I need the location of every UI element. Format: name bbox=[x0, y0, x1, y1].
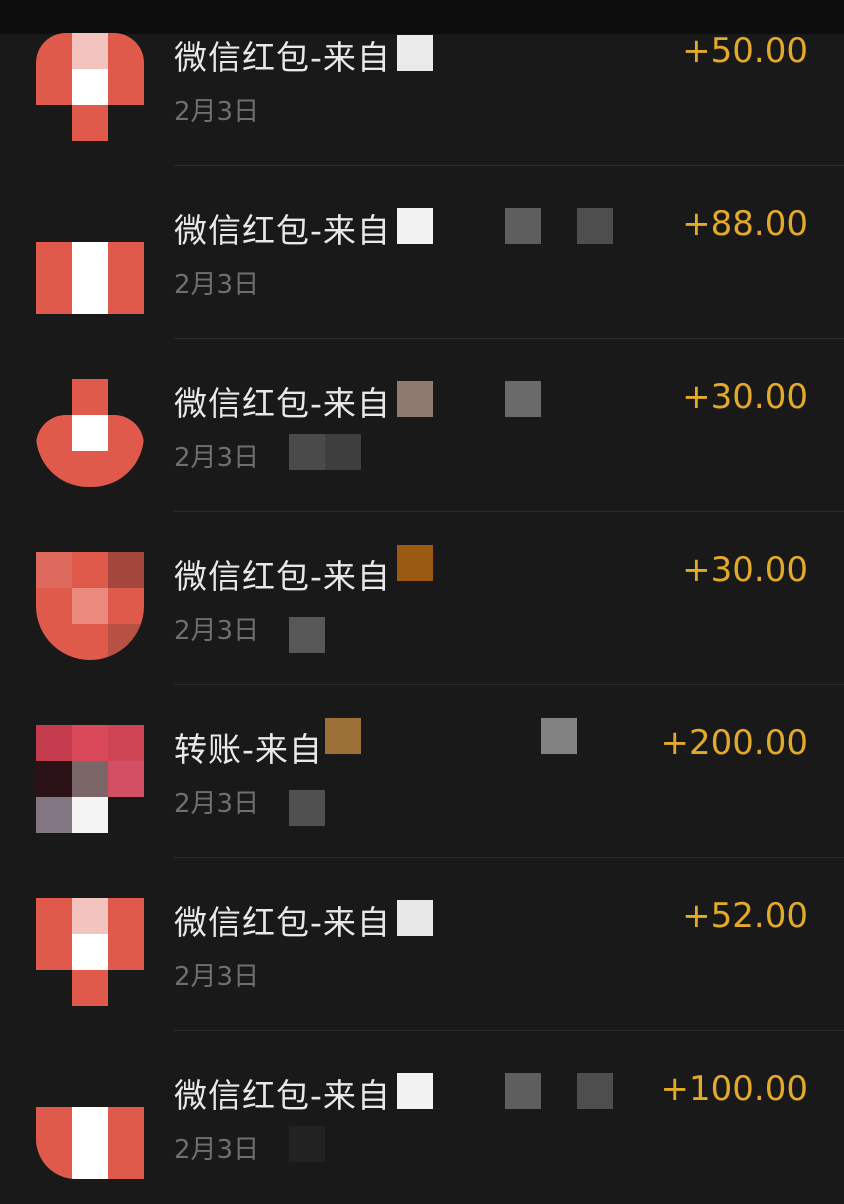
red-packet-icon bbox=[36, 33, 144, 141]
red-packet-icon bbox=[36, 552, 144, 660]
transaction-title: 微信红包-来自 bbox=[174, 211, 391, 250]
transaction-date: 2月3日 bbox=[174, 616, 260, 646]
red-packet-icon bbox=[36, 206, 144, 314]
transaction-amount: +50.00 bbox=[682, 31, 808, 71]
censor-block bbox=[289, 790, 325, 826]
red-packet-icon bbox=[36, 1071, 144, 1179]
transaction-title: 微信红包-来自 bbox=[174, 38, 391, 77]
censor-block bbox=[289, 1126, 325, 1162]
transaction-date: 2月3日 bbox=[174, 789, 260, 819]
censor-block bbox=[397, 545, 433, 581]
censor-block bbox=[505, 1073, 541, 1109]
censor-block bbox=[289, 617, 325, 653]
transaction-date: 2月3日 bbox=[174, 270, 260, 300]
censor-block bbox=[577, 1073, 613, 1109]
censor-block bbox=[325, 718, 361, 754]
transaction-title: 微信红包-来自 bbox=[174, 384, 391, 423]
transaction-row[interactable]: 微信红包-来自 2月3日 +88.00 bbox=[0, 166, 844, 339]
transaction-amount: +30.00 bbox=[682, 550, 808, 590]
transfer-avatar-icon bbox=[36, 725, 144, 833]
transaction-date: 2月3日 bbox=[174, 443, 260, 473]
transaction-title: 微信红包-来自 bbox=[174, 1076, 391, 1115]
censor-block bbox=[397, 35, 433, 71]
censor-block bbox=[505, 381, 541, 417]
transaction-row[interactable]: 微信红包-来自 2月3日 +30.00 bbox=[0, 512, 844, 685]
transaction-list: 微信红包-来自 2月3日 +50.00 微信红包-来自 2月3日 +88.00 bbox=[0, 0, 844, 1204]
transaction-row[interactable]: 微信红包-来自 2月3日 +52.00 bbox=[0, 858, 844, 1031]
transaction-date: 2月3日 bbox=[174, 962, 260, 992]
transaction-title: 转账-来自 bbox=[174, 730, 323, 769]
censor-block bbox=[577, 208, 613, 244]
censor-block bbox=[541, 718, 577, 754]
transaction-amount: +200.00 bbox=[660, 723, 808, 763]
transaction-amount: +30.00 bbox=[682, 377, 808, 417]
transaction-title: 微信红包-来自 bbox=[174, 903, 391, 942]
transaction-amount: +52.00 bbox=[682, 896, 808, 936]
censor-block bbox=[397, 900, 433, 936]
transaction-date: 2月3日 bbox=[174, 1135, 260, 1165]
censor-block bbox=[397, 1073, 433, 1109]
transaction-row[interactable]: 微信红包-来自 2月3日 +100.00 bbox=[0, 1031, 844, 1204]
red-packet-icon bbox=[36, 898, 144, 1006]
censor-block bbox=[397, 381, 433, 417]
censor-block bbox=[505, 208, 541, 244]
transaction-amount: +100.00 bbox=[660, 1069, 808, 1109]
transaction-row[interactable]: 微信红包-来自 2月3日 +50.00 bbox=[0, 0, 844, 166]
transaction-date: 2月3日 bbox=[174, 97, 260, 127]
censor-block bbox=[397, 208, 433, 244]
censor-block bbox=[289, 434, 325, 470]
censor-block bbox=[325, 434, 361, 470]
transaction-row[interactable]: 转账-来自 2月3日 +200.00 bbox=[0, 685, 844, 858]
red-packet-icon bbox=[36, 379, 144, 487]
transaction-title: 微信红包-来自 bbox=[174, 557, 391, 596]
transaction-amount: +88.00 bbox=[682, 204, 808, 244]
transaction-row[interactable]: 微信红包-来自 2月3日 +30.00 bbox=[0, 339, 844, 512]
